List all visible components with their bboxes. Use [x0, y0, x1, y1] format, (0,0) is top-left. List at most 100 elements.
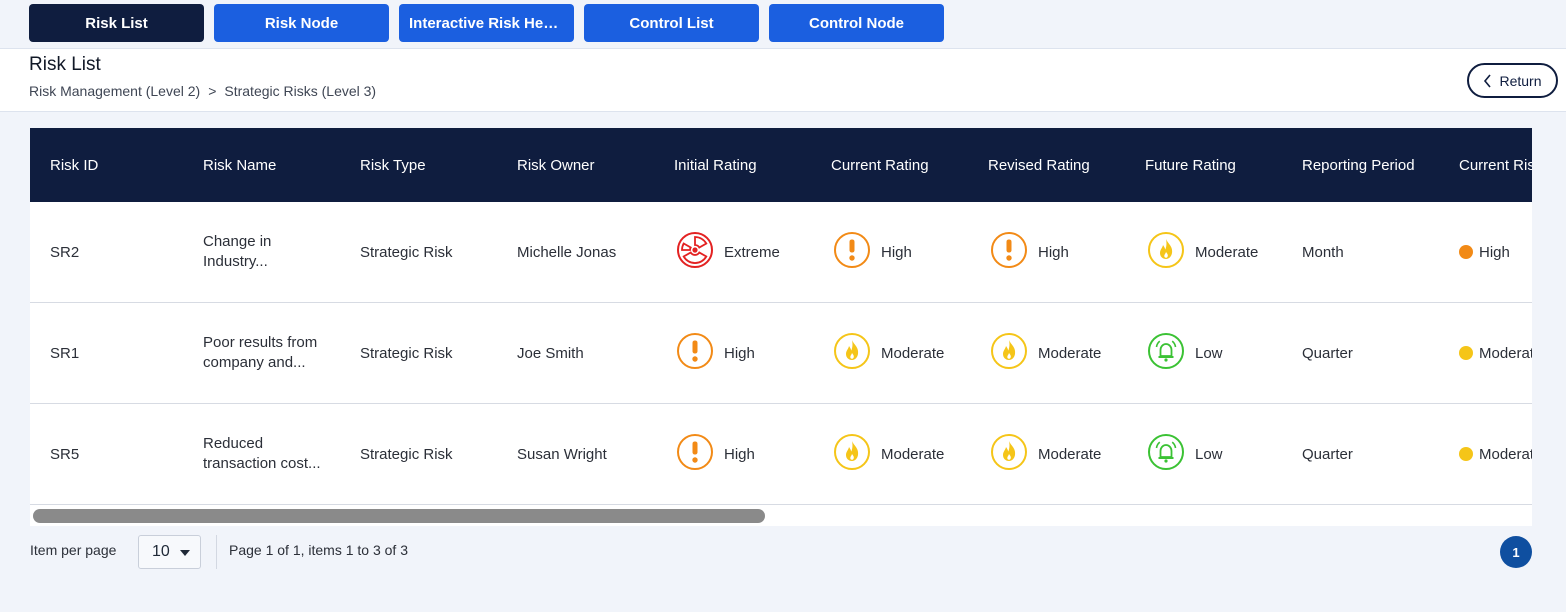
current-rating-cell: Moderate [833, 303, 944, 403]
tab-label: Interactive Risk Hea... [409, 14, 564, 32]
exclamation-icon [833, 231, 871, 273]
risk-name-cell[interactable]: Poor results from company and... [203, 303, 333, 403]
tab-label: Control Node [809, 14, 904, 32]
caret-down-icon [180, 550, 190, 556]
page-header: Risk List Risk Management (Level 2) > St… [0, 48, 1566, 112]
radiation-icon [676, 231, 714, 273]
initial-rating-label: High [724, 445, 755, 463]
tab-bar: Risk List Risk Node Interactive Risk Hea… [0, 0, 1566, 48]
current-risk-cell: Moderate [1459, 404, 1532, 504]
return-button[interactable]: Return [1467, 63, 1558, 98]
current-risk-cell: High [1459, 202, 1510, 302]
exclamation-icon [990, 231, 1028, 273]
breadcrumb: Risk Management (Level 2) > Strategic Ri… [29, 83, 376, 99]
items-per-page-select[interactable]: 10 [138, 535, 201, 569]
risk-id-cell[interactable]: SR5 [50, 404, 79, 504]
risk-id-cell[interactable]: SR1 [50, 303, 79, 403]
risk-owner-cell: Michelle Jonas [517, 243, 617, 261]
exclamation-icon [676, 332, 714, 374]
column-header-initial-rating[interactable]: Initial Rating [674, 128, 757, 202]
items-per-page-label: Item per page [30, 542, 117, 558]
flame-icon [990, 332, 1028, 374]
future-rating-cell: Low [1147, 303, 1223, 403]
risk-table: Risk ID Risk Name Risk Type Risk Owner I… [30, 128, 1532, 506]
future-rating-cell: Low [1147, 404, 1223, 504]
flame-icon [1147, 231, 1185, 273]
table-row[interactable]: SR1 Poor results from company and... Stra… [30, 303, 1532, 404]
revised-rating-cell: Moderate [990, 303, 1101, 403]
status-dot [1459, 346, 1473, 360]
table-row[interactable]: SR5 Reduced transaction cost... Strategic… [30, 404, 1532, 505]
revised-rating-label: High [1038, 243, 1069, 261]
current-risk-cell: Moderate [1459, 303, 1532, 403]
tab-label: Risk List [85, 14, 148, 32]
future-rating-label: Moderate [1195, 243, 1259, 261]
table-row[interactable]: SR2 Change in Industry... Strategic Risk … [30, 202, 1532, 303]
column-header-risk-owner[interactable]: Risk Owner [517, 128, 595, 202]
column-header-future-rating[interactable]: Future Rating [1145, 128, 1236, 202]
pager-divider [216, 535, 217, 569]
breadcrumb-item-level-2[interactable]: Risk Management (Level 2) [29, 83, 200, 99]
risk-name-line: Reduced [203, 435, 264, 452]
future-rating-label: Low [1195, 344, 1223, 362]
initial-rating-label: High [724, 344, 755, 362]
risk-type-cell: Strategic Risk [360, 445, 453, 463]
risk-type-cell: Strategic Risk [360, 243, 453, 261]
initial-rating-cell: High [676, 303, 755, 403]
page-title: Risk List [29, 54, 101, 75]
column-header-risk-type[interactable]: Risk Type [360, 128, 426, 202]
risk-owner-cell: Susan Wright [517, 445, 607, 463]
flame-icon [990, 433, 1028, 475]
risk-id-cell[interactable]: SR2 [50, 202, 79, 302]
risk-name-line: Industry... [203, 253, 268, 270]
status-dot [1459, 245, 1473, 259]
initial-rating-label: Extreme [724, 243, 780, 261]
bell-icon [1147, 332, 1185, 374]
reporting-period-cell: Quarter [1302, 445, 1353, 463]
current-risk-label: Moderate [1479, 445, 1532, 463]
risk-name-cell[interactable]: Reduced transaction cost... [203, 404, 333, 504]
current-rating-label: Moderate [881, 344, 945, 362]
pagination-bar: Item per page 10 Page 1 of 1, items 1 to… [0, 530, 1566, 575]
current-rating-label: Moderate [881, 445, 945, 463]
column-header-current-rating[interactable]: Current Rating [831, 128, 929, 202]
tab-label: Control List [629, 14, 714, 32]
current-rating-label: High [881, 243, 912, 261]
reporting-period-cell: Quarter [1302, 344, 1353, 362]
risk-type-cell: Strategic Risk [360, 344, 453, 362]
column-header-risk-name[interactable]: Risk Name [203, 128, 276, 202]
risk-owner-cell: Joe Smith [517, 344, 584, 362]
risk-name-line: Poor results from [203, 334, 318, 351]
items-per-page-value: 10 [152, 543, 170, 560]
flame-icon [833, 433, 871, 475]
risk-name-line: company and... [203, 354, 306, 371]
horizontal-scrollbar[interactable] [30, 506, 1532, 526]
scrollbar-thumb[interactable] [33, 509, 765, 523]
tab-control-node[interactable]: Control Node [769, 4, 944, 42]
column-header-reporting-period[interactable]: Reporting Period [1302, 128, 1415, 202]
current-rating-cell: High [833, 202, 912, 302]
flame-icon [833, 332, 871, 374]
tab-control-list[interactable]: Control List [584, 4, 759, 42]
initial-rating-cell: High [676, 404, 755, 504]
page-button-1[interactable]: 1 [1500, 536, 1532, 568]
column-header-risk-id[interactable]: Risk ID [50, 128, 98, 202]
column-header-revised-rating[interactable]: Revised Rating [988, 128, 1090, 202]
initial-rating-cell: Extreme [676, 202, 780, 302]
bell-icon [1147, 433, 1185, 475]
revised-rating-cell: Moderate [990, 404, 1101, 504]
column-header-current-risk[interactable]: Current Ris [1459, 128, 1532, 202]
revised-rating-label: Moderate [1038, 344, 1102, 362]
tab-risk-list[interactable]: Risk List [29, 4, 204, 42]
tab-interactive-risk-heatmap[interactable]: Interactive Risk Hea... [399, 4, 574, 42]
current-risk-label: Moderate [1479, 344, 1532, 362]
exclamation-icon [676, 433, 714, 475]
breadcrumb-separator: > [208, 83, 217, 99]
current-risk-label: High [1479, 243, 1510, 261]
reporting-period-cell: Month [1302, 243, 1344, 261]
return-button-label: Return [1499, 72, 1542, 89]
status-dot [1459, 447, 1473, 461]
tab-risk-node[interactable]: Risk Node [214, 4, 389, 42]
risk-name-cell[interactable]: Change in Industry... [203, 202, 333, 302]
current-rating-cell: Moderate [833, 404, 944, 504]
